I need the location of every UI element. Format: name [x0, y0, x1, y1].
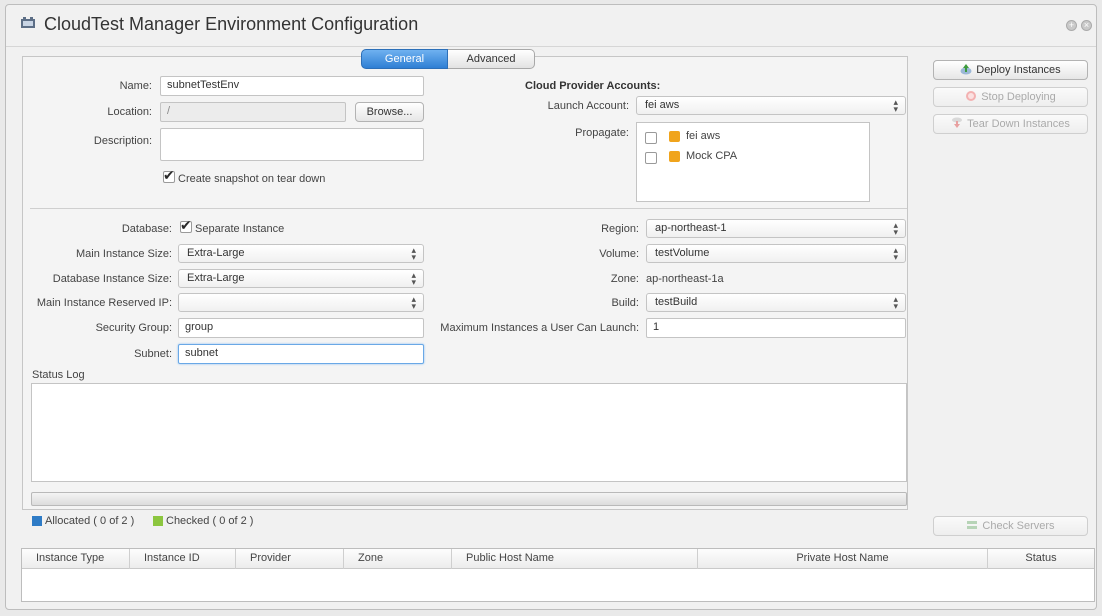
main-size-value: Extra-Large — [187, 247, 245, 259]
separate-instance-label: Separate Instance — [195, 223, 285, 235]
propagate-checkbox-fei-aws[interactable] — [645, 132, 657, 144]
db-size-value: Extra-Large — [187, 272, 245, 284]
servers-icon — [967, 521, 978, 529]
column-header-instance-id[interactable]: Instance ID — [130, 549, 236, 569]
region-select[interactable]: ap-northeast-1 ▴ ▾ — [646, 219, 906, 238]
db-size-label: Database Instance Size: — [52, 273, 172, 285]
select-arrows-icon: ▴ ▾ — [893, 294, 898, 311]
check-servers-button[interactable]: Check Servers — [933, 516, 1088, 536]
db-size-select[interactable]: Extra-Large ▴ ▾ — [178, 269, 424, 288]
tab-bar: General Advanced — [361, 49, 535, 69]
propagate-checkbox-mock-cpa[interactable] — [645, 152, 657, 164]
cloud-provider-icon — [669, 151, 680, 162]
column-header-provider[interactable]: Provider — [236, 549, 344, 569]
checkmark-icon: ✔ — [180, 217, 192, 233]
propagate-list: fei aws Mock CPA — [636, 122, 870, 202]
column-header-instance-type[interactable]: Instance Type — [22, 549, 130, 569]
max-instances-label: Maximum Instances a User Can Launch: — [440, 322, 639, 334]
window-title: CloudTest Manager Environment Configurat… — [44, 14, 419, 34]
database-label: Database: — [121, 223, 172, 235]
main-size-label: Main Instance Size: — [76, 248, 172, 260]
column-header-public-host[interactable]: Public Host Name — [452, 549, 698, 569]
subnet-input[interactable]: subnet — [178, 344, 424, 364]
select-arrows-icon: ▴ ▾ — [411, 270, 416, 287]
deploy-icon — [960, 64, 972, 75]
zone-value: ap-northeast-1a — [646, 273, 724, 285]
zoom-icon[interactable]: + — [1066, 20, 1077, 31]
check-servers-label: Check Servers — [982, 520, 1055, 532]
column-header-status[interactable]: Status — [988, 549, 1094, 569]
security-group-label: Security Group: — [95, 322, 172, 334]
deploy-instances-button[interactable]: Deploy Instances — [933, 60, 1088, 80]
description-input[interactable] — [160, 128, 424, 161]
status-log[interactable] — [31, 383, 907, 482]
max-instances-input[interactable]: 1 — [646, 318, 906, 338]
app-icon — [21, 17, 35, 28]
volume-value: testVolume — [655, 247, 710, 259]
progress-bar — [31, 492, 907, 506]
description-label: Description: — [93, 135, 152, 147]
launch-account-value: fei aws — [645, 99, 680, 111]
column-header-zone[interactable]: Zone — [344, 549, 452, 569]
name-input[interactable]: subnetTestEnv — [160, 76, 424, 96]
tear-down-icon — [952, 117, 963, 128]
zone-label: Zone: — [610, 273, 639, 285]
propagate-item-label: fei aws — [686, 130, 721, 142]
main-size-select[interactable]: Extra-Large ▴ ▾ — [178, 244, 424, 263]
name-label: Name: — [119, 80, 152, 92]
location-label: Location: — [107, 106, 152, 118]
title-bar: CloudTest Manager Environment Configurat… — [6, 5, 1096, 47]
tab-advanced[interactable]: Advanced — [448, 49, 535, 69]
instances-table: Instance Type Instance ID Provider Zone … — [21, 548, 1095, 602]
subnet-label: Subnet: — [134, 348, 172, 360]
stop-icon — [966, 91, 977, 101]
column-header-private-host[interactable]: Private Host Name — [698, 549, 988, 569]
build-label: Build: — [611, 297, 639, 309]
stop-deploying-button[interactable]: Stop Deploying — [933, 87, 1088, 107]
tab-general[interactable]: General — [361, 49, 448, 69]
reserved-ip-select[interactable]: ▴ ▾ — [178, 293, 424, 312]
checked-swatch — [153, 516, 163, 526]
select-arrows-icon: ▴ ▾ — [411, 294, 416, 311]
cloud-accounts-header: Cloud Provider Accounts: — [525, 80, 661, 92]
tear-down-label: Tear Down Instances — [967, 118, 1070, 130]
location-input[interactable]: / — [160, 102, 346, 122]
region-label: Region: — [601, 223, 639, 235]
stop-label: Stop Deploying — [981, 91, 1056, 103]
propagate-label: Propagate: — [575, 127, 629, 139]
table-header: Instance Type Instance ID Provider Zone … — [22, 549, 1094, 569]
security-group-input[interactable]: group — [178, 318, 424, 338]
propagate-item-label: Mock CPA — [686, 150, 738, 162]
select-arrows-icon: ▴ ▾ — [893, 245, 898, 262]
checkmark-icon: ✔ — [163, 167, 175, 183]
tear-down-button[interactable]: Tear Down Instances — [933, 114, 1088, 134]
build-value: testBuild — [655, 296, 698, 308]
select-arrows-icon: ▴ ▾ — [893, 220, 898, 237]
status-log-label: Status Log — [32, 369, 85, 381]
select-arrows-icon: ▴ ▾ — [411, 245, 416, 262]
allocated-swatch — [32, 516, 42, 526]
select-arrows-icon: ▴ ▾ — [893, 97, 898, 114]
volume-select[interactable]: testVolume ▴ ▾ — [646, 244, 906, 263]
reserved-ip-label: Main Instance Reserved IP: — [36, 297, 172, 309]
section-divider — [30, 208, 907, 209]
snapshot-label: Create snapshot on tear down — [178, 173, 326, 185]
build-select[interactable]: testBuild ▴ ▾ — [646, 293, 906, 312]
region-value: ap-northeast-1 — [655, 222, 727, 234]
cloud-provider-icon — [669, 131, 680, 142]
allocated-label: Allocated ( 0 of 2 ) — [45, 515, 135, 527]
deploy-label: Deploy Instances — [976, 64, 1061, 76]
close-icon[interactable]: × — [1081, 20, 1092, 31]
checked-label: Checked ( 0 of 2 ) — [166, 515, 254, 527]
browse-button[interactable]: Browse... — [355, 102, 424, 122]
launch-account-select[interactable]: fei aws ▴ ▾ — [636, 96, 906, 115]
volume-label: Volume: — [599, 248, 639, 260]
launch-account-label: Launch Account: — [547, 100, 629, 112]
